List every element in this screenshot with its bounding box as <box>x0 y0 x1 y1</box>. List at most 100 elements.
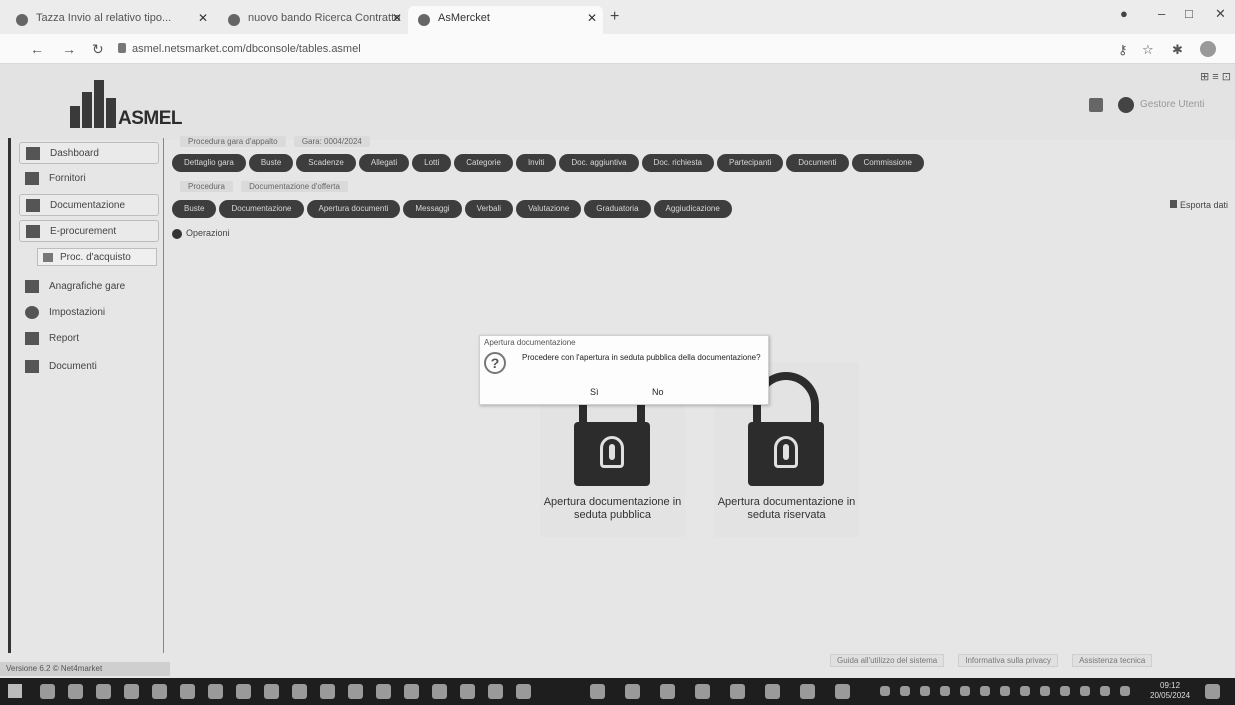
tab-pill[interactable]: Documenti <box>786 154 849 172</box>
app-icon[interactable] <box>264 684 279 699</box>
task-view-icon[interactable] <box>68 684 83 699</box>
app-icon[interactable] <box>152 684 167 699</box>
maximize-icon[interactable]: □ <box>1185 6 1193 21</box>
search-icon[interactable] <box>40 684 55 699</box>
app-icon[interactable] <box>96 684 111 699</box>
tab-pill[interactable]: Verbali <box>464 200 514 218</box>
app-icon[interactable] <box>660 684 675 699</box>
browser-tab-active[interactable]: AsMercket ✕ <box>408 6 603 34</box>
no-button[interactable]: No <box>646 386 670 398</box>
tab-pill[interactable]: Documentazione <box>219 200 304 218</box>
app-icon[interactable] <box>488 684 503 699</box>
window-close-icon[interactable]: ✕ <box>1215 6 1226 22</box>
app-icon[interactable] <box>292 684 307 699</box>
language-icon[interactable] <box>1120 686 1130 696</box>
browser-tab[interactable]: Tazza Invio al relativo tipo... ✕ <box>6 6 214 34</box>
footer-link[interactable]: Informativa sulla privacy <box>958 654 1059 667</box>
tab-pill[interactable]: Graduatoria <box>584 200 651 218</box>
tab-pill[interactable]: Lotti <box>412 154 452 172</box>
tab-pill[interactable]: Categorie <box>454 154 513 172</box>
tab-pill[interactable]: Allegati <box>358 154 410 172</box>
tab-pill[interactable]: Buste <box>172 200 217 218</box>
app-icon[interactable] <box>348 684 363 699</box>
tray-icon[interactable] <box>1020 686 1030 696</box>
tab-pill[interactable]: Apertura documenti <box>306 200 401 218</box>
back-icon[interactable]: ← <box>30 41 44 57</box>
tray-icon[interactable] <box>960 686 970 696</box>
profile-icon[interactable]: ● <box>1120 6 1128 21</box>
close-icon[interactable]: ✕ <box>392 11 402 25</box>
username-label[interactable]: Gestore Utenti <box>1140 99 1204 110</box>
sidebar-item-report[interactable]: Report <box>19 328 159 350</box>
sidebar-item-documenti[interactable]: Documenti <box>19 356 159 378</box>
app-icon[interactable] <box>730 684 745 699</box>
app-icon[interactable] <box>460 684 475 699</box>
sidebar-item-eprocurement[interactable]: E-procurement <box>19 220 159 242</box>
breadcrumb-item[interactable]: Procedura <box>180 181 233 192</box>
sidebar-item-dashboard[interactable]: Dashboard <box>19 142 159 164</box>
tab-pill[interactable]: Dettaglio gara <box>172 154 246 172</box>
app-icon[interactable] <box>765 684 780 699</box>
breadcrumb-item[interactable]: Documentazione d'offerta <box>241 181 348 192</box>
app-icon[interactable] <box>124 684 139 699</box>
app-icon[interactable] <box>800 684 815 699</box>
tab-pill[interactable]: Aggiudicazione <box>653 200 732 218</box>
tray-icon[interactable] <box>940 686 950 696</box>
taskbar-clock[interactable]: 09:12 20/05/2024 <box>1150 681 1190 701</box>
volume-icon[interactable] <box>1100 686 1110 696</box>
avatar[interactable] <box>1200 41 1216 57</box>
forward-icon[interactable]: → <box>62 41 76 57</box>
notifications-icon[interactable] <box>1089 98 1103 112</box>
header-toolbar-icons[interactable]: ⊞ ≡ ⊡ <box>1200 70 1231 83</box>
sidebar-item-impostazioni[interactable]: Impostazioni <box>19 302 159 324</box>
app-icon[interactable] <box>236 684 251 699</box>
app-icon[interactable] <box>208 684 223 699</box>
tab-pill[interactable]: Partecipanti <box>717 154 784 172</box>
operations-button[interactable]: Operazioni <box>172 228 230 239</box>
browser-icon[interactable] <box>376 684 391 699</box>
star-icon[interactable]: ☆ <box>1142 42 1154 58</box>
app-icon[interactable] <box>404 684 419 699</box>
notification-center-icon[interactable] <box>1205 684 1220 699</box>
footer-link[interactable]: Guida all'utilizzo del sistema <box>830 654 945 667</box>
wifi-icon[interactable] <box>1080 686 1090 696</box>
key-icon[interactable]: ⚷ <box>1118 42 1128 58</box>
user-icon[interactable] <box>1118 97 1134 113</box>
reload-icon[interactable]: ↻ <box>92 41 104 58</box>
sidebar-item-fornitori[interactable]: Fornitori <box>19 168 159 190</box>
tab-pill[interactable]: Messaggi <box>403 200 462 218</box>
app-icon[interactable] <box>320 684 335 699</box>
export-link[interactable]: Esporta dati <box>1170 200 1228 210</box>
yes-button[interactable]: Sì <box>584 386 605 398</box>
breadcrumb-item[interactable]: Procedura gara d'appalto <box>180 136 286 147</box>
app-icon[interactable] <box>432 684 447 699</box>
app-icon[interactable] <box>180 684 195 699</box>
windows-start-icon[interactable] <box>8 684 22 698</box>
sidebar-subitem-proc-acquisto[interactable]: Proc. d'acquisto <box>37 248 157 266</box>
tray-icon[interactable] <box>980 686 990 696</box>
browser-tab[interactable]: nuovo bando Ricerca Contratto ✕ <box>218 6 408 34</box>
tray-icon[interactable] <box>1060 686 1070 696</box>
tab-pill[interactable]: Scadenze <box>296 154 356 172</box>
minimize-icon[interactable]: – <box>1158 6 1165 21</box>
tray-icon[interactable] <box>1000 686 1010 696</box>
tab-pill[interactable]: Inviti <box>515 154 557 172</box>
tab-pill[interactable]: Doc. aggiuntiva <box>559 154 639 172</box>
tab-pill[interactable]: Doc. richiesta <box>641 154 715 172</box>
url-input[interactable]: asmel.netsmarket.com/dbconsole/tables.as… <box>132 43 361 55</box>
tab-pill[interactable]: Valutazione <box>516 200 582 218</box>
tab-pill[interactable]: Buste <box>248 154 294 172</box>
sidebar-item-anagrafiche[interactable]: Anagrafiche gare <box>19 276 159 298</box>
app-icon[interactable] <box>625 684 640 699</box>
breadcrumb-item[interactable]: Gara: 0004/2024 <box>293 136 370 147</box>
app-icon[interactable] <box>516 684 531 699</box>
footer-link[interactable]: Assistenza tecnica <box>1072 654 1153 667</box>
extensions-icon[interactable]: ✱ <box>1172 42 1183 58</box>
app-icon[interactable] <box>835 684 850 699</box>
close-icon[interactable]: ✕ <box>587 11 597 25</box>
tray-icon[interactable] <box>920 686 930 696</box>
close-icon[interactable]: ✕ <box>198 11 208 25</box>
sidebar-item-documentazione[interactable]: Documentazione <box>19 194 159 216</box>
tray-icon[interactable] <box>880 686 890 696</box>
app-icon[interactable] <box>590 684 605 699</box>
